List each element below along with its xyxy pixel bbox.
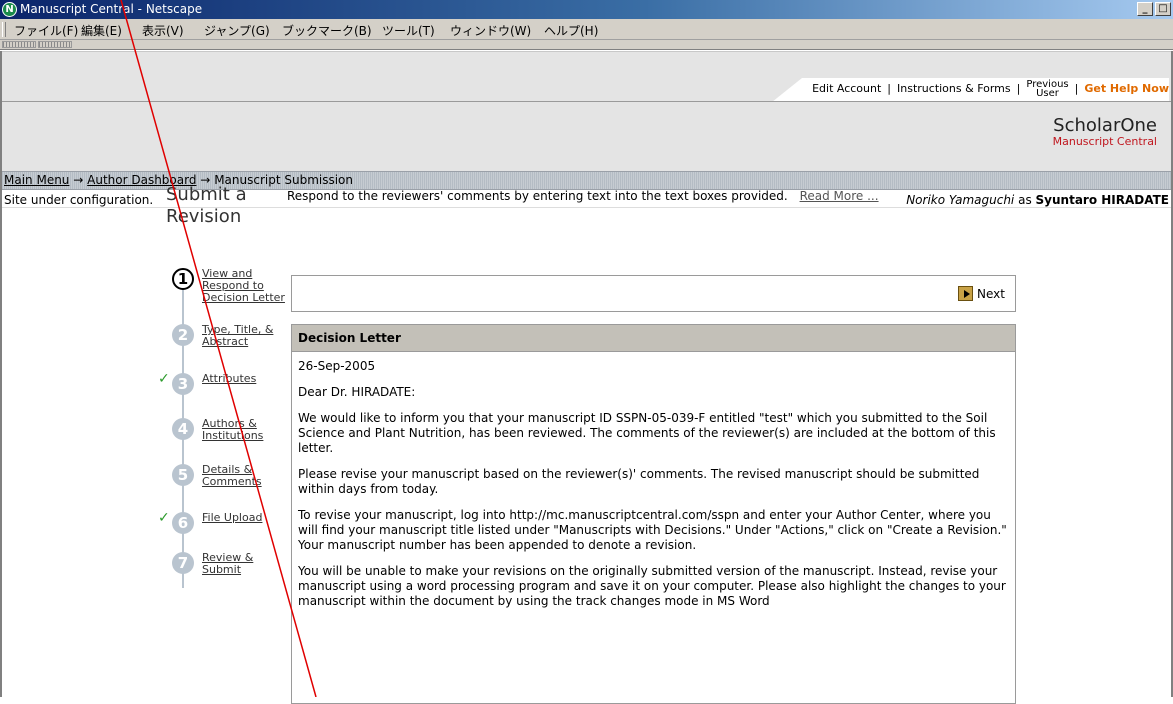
letter-paragraph: Dear Dr. HIRADATE: xyxy=(298,385,416,399)
decision-letter-panel: Decision Letter 26-Sep-2005 Dear Dr. HIRA… xyxy=(291,324,1016,704)
menu-bookmarks[interactable]: ブックマーク(B) xyxy=(282,22,372,39)
step-number-icon: 6 xyxy=(172,512,194,534)
check-icon: ✓ xyxy=(158,371,170,387)
step-label[interactable]: Review & Submit xyxy=(202,552,286,576)
menu-edit[interactable]: 編集(E) xyxy=(81,22,122,39)
letter-paragraph: We would like to inform you that your ma… xyxy=(298,411,996,455)
header-divider xyxy=(2,101,1173,102)
menu-bar: ファイル(F) 編集(E) 表示(V) ジャンプ(G) ブックマーク(B) ツー… xyxy=(0,19,1173,40)
submission-steps: 1 View and Respond to Decision Letter 2 Typ… xyxy=(158,268,286,598)
get-help-now-link[interactable]: Get Help Now xyxy=(1084,82,1169,95)
scholarone-logo: ScholarOne Manuscript Central xyxy=(1052,115,1157,148)
letter-paragraph: Please revise your manuscript based on t… xyxy=(298,467,980,496)
breadcrumb-arrow-icon: → xyxy=(73,173,84,187)
step-label[interactable]: Details & Comments xyxy=(202,464,286,488)
collapsed-toolbar xyxy=(0,40,1173,50)
letter-paragraph: To revise your manuscript, log into http… xyxy=(298,508,1007,552)
step-number-icon: 2 xyxy=(172,324,194,346)
step-number-icon: 5 xyxy=(172,464,194,486)
window-controls: _ □ xyxy=(1135,2,1171,17)
navigation-box: Next xyxy=(291,275,1016,312)
letter-paragraph: You will be unable to make your revision… xyxy=(298,564,1006,608)
step-label[interactable]: Type, Title, & Abstract xyxy=(202,324,286,348)
step-number-icon: 3 xyxy=(172,373,194,395)
menu-window[interactable]: ウィンドウ(W) xyxy=(450,22,531,39)
menu-tools[interactable]: ツール(T) xyxy=(382,22,435,39)
maximize-icon[interactable]: □ xyxy=(1155,2,1171,16)
step-label[interactable]: File Upload xyxy=(202,512,286,524)
toolbar-grip-icon[interactable] xyxy=(2,22,6,37)
step-label[interactable]: Attributes xyxy=(202,373,286,385)
menu-file[interactable]: ファイル(F) xyxy=(14,22,78,39)
letter-paragraph: 26-Sep-2005 xyxy=(298,359,376,373)
minimize-icon[interactable]: _ xyxy=(1137,2,1153,16)
decision-letter-body: 26-Sep-2005 Dear Dr. HIRADATE: We would li… xyxy=(292,352,1015,609)
step-number-icon: 7 xyxy=(172,552,194,574)
menu-view[interactable]: 表示(V) xyxy=(142,22,184,39)
window-title-bar[interactable]: N Manuscript Central - Netscape _ □ xyxy=(0,0,1173,19)
step-label[interactable]: Authors & Institutions xyxy=(202,418,286,442)
utility-links: Edit Account | Instructions & Forms | Previo… xyxy=(772,78,1169,102)
site-header: Edit Account | Instructions & Forms | Previo… xyxy=(2,51,1173,171)
page-title: Submit a Revision xyxy=(166,184,247,227)
breadcrumb-main-menu[interactable]: Main Menu xyxy=(4,173,69,187)
step-number-icon: 1 xyxy=(172,268,194,290)
previous-user-link[interactable]: Previous User xyxy=(1026,80,1068,99)
window-title: Manuscript Central - Netscape xyxy=(20,2,203,16)
instructions-forms-link[interactable]: Instructions & Forms xyxy=(897,82,1011,95)
decision-letter-header: Decision Letter xyxy=(292,325,1015,352)
site-status-message: Site under configuration. xyxy=(4,193,154,207)
toolbar-tab-1[interactable] xyxy=(2,41,36,48)
read-more-link[interactable]: Read More ... xyxy=(800,189,879,203)
step-label[interactable]: View and Respond to Decision Letter xyxy=(202,268,286,304)
next-button[interactable]: Next xyxy=(958,286,1005,301)
netscape-icon: N xyxy=(2,2,17,17)
step-number-icon: 4 xyxy=(172,418,194,440)
intro-text: Respond to the reviewers' comments by en… xyxy=(287,189,879,203)
user-identity: Noriko Yamaguchi as Syuntaro HIRADATE xyxy=(906,193,1169,207)
check-icon: ✓ xyxy=(158,510,170,526)
menu-help[interactable]: ヘルプ(H) xyxy=(544,22,598,39)
edit-account-link[interactable]: Edit Account xyxy=(812,82,881,95)
next-arrow-icon xyxy=(958,286,974,301)
toolbar-tab-2[interactable] xyxy=(38,41,72,48)
menu-jump[interactable]: ジャンプ(G) xyxy=(204,22,270,39)
